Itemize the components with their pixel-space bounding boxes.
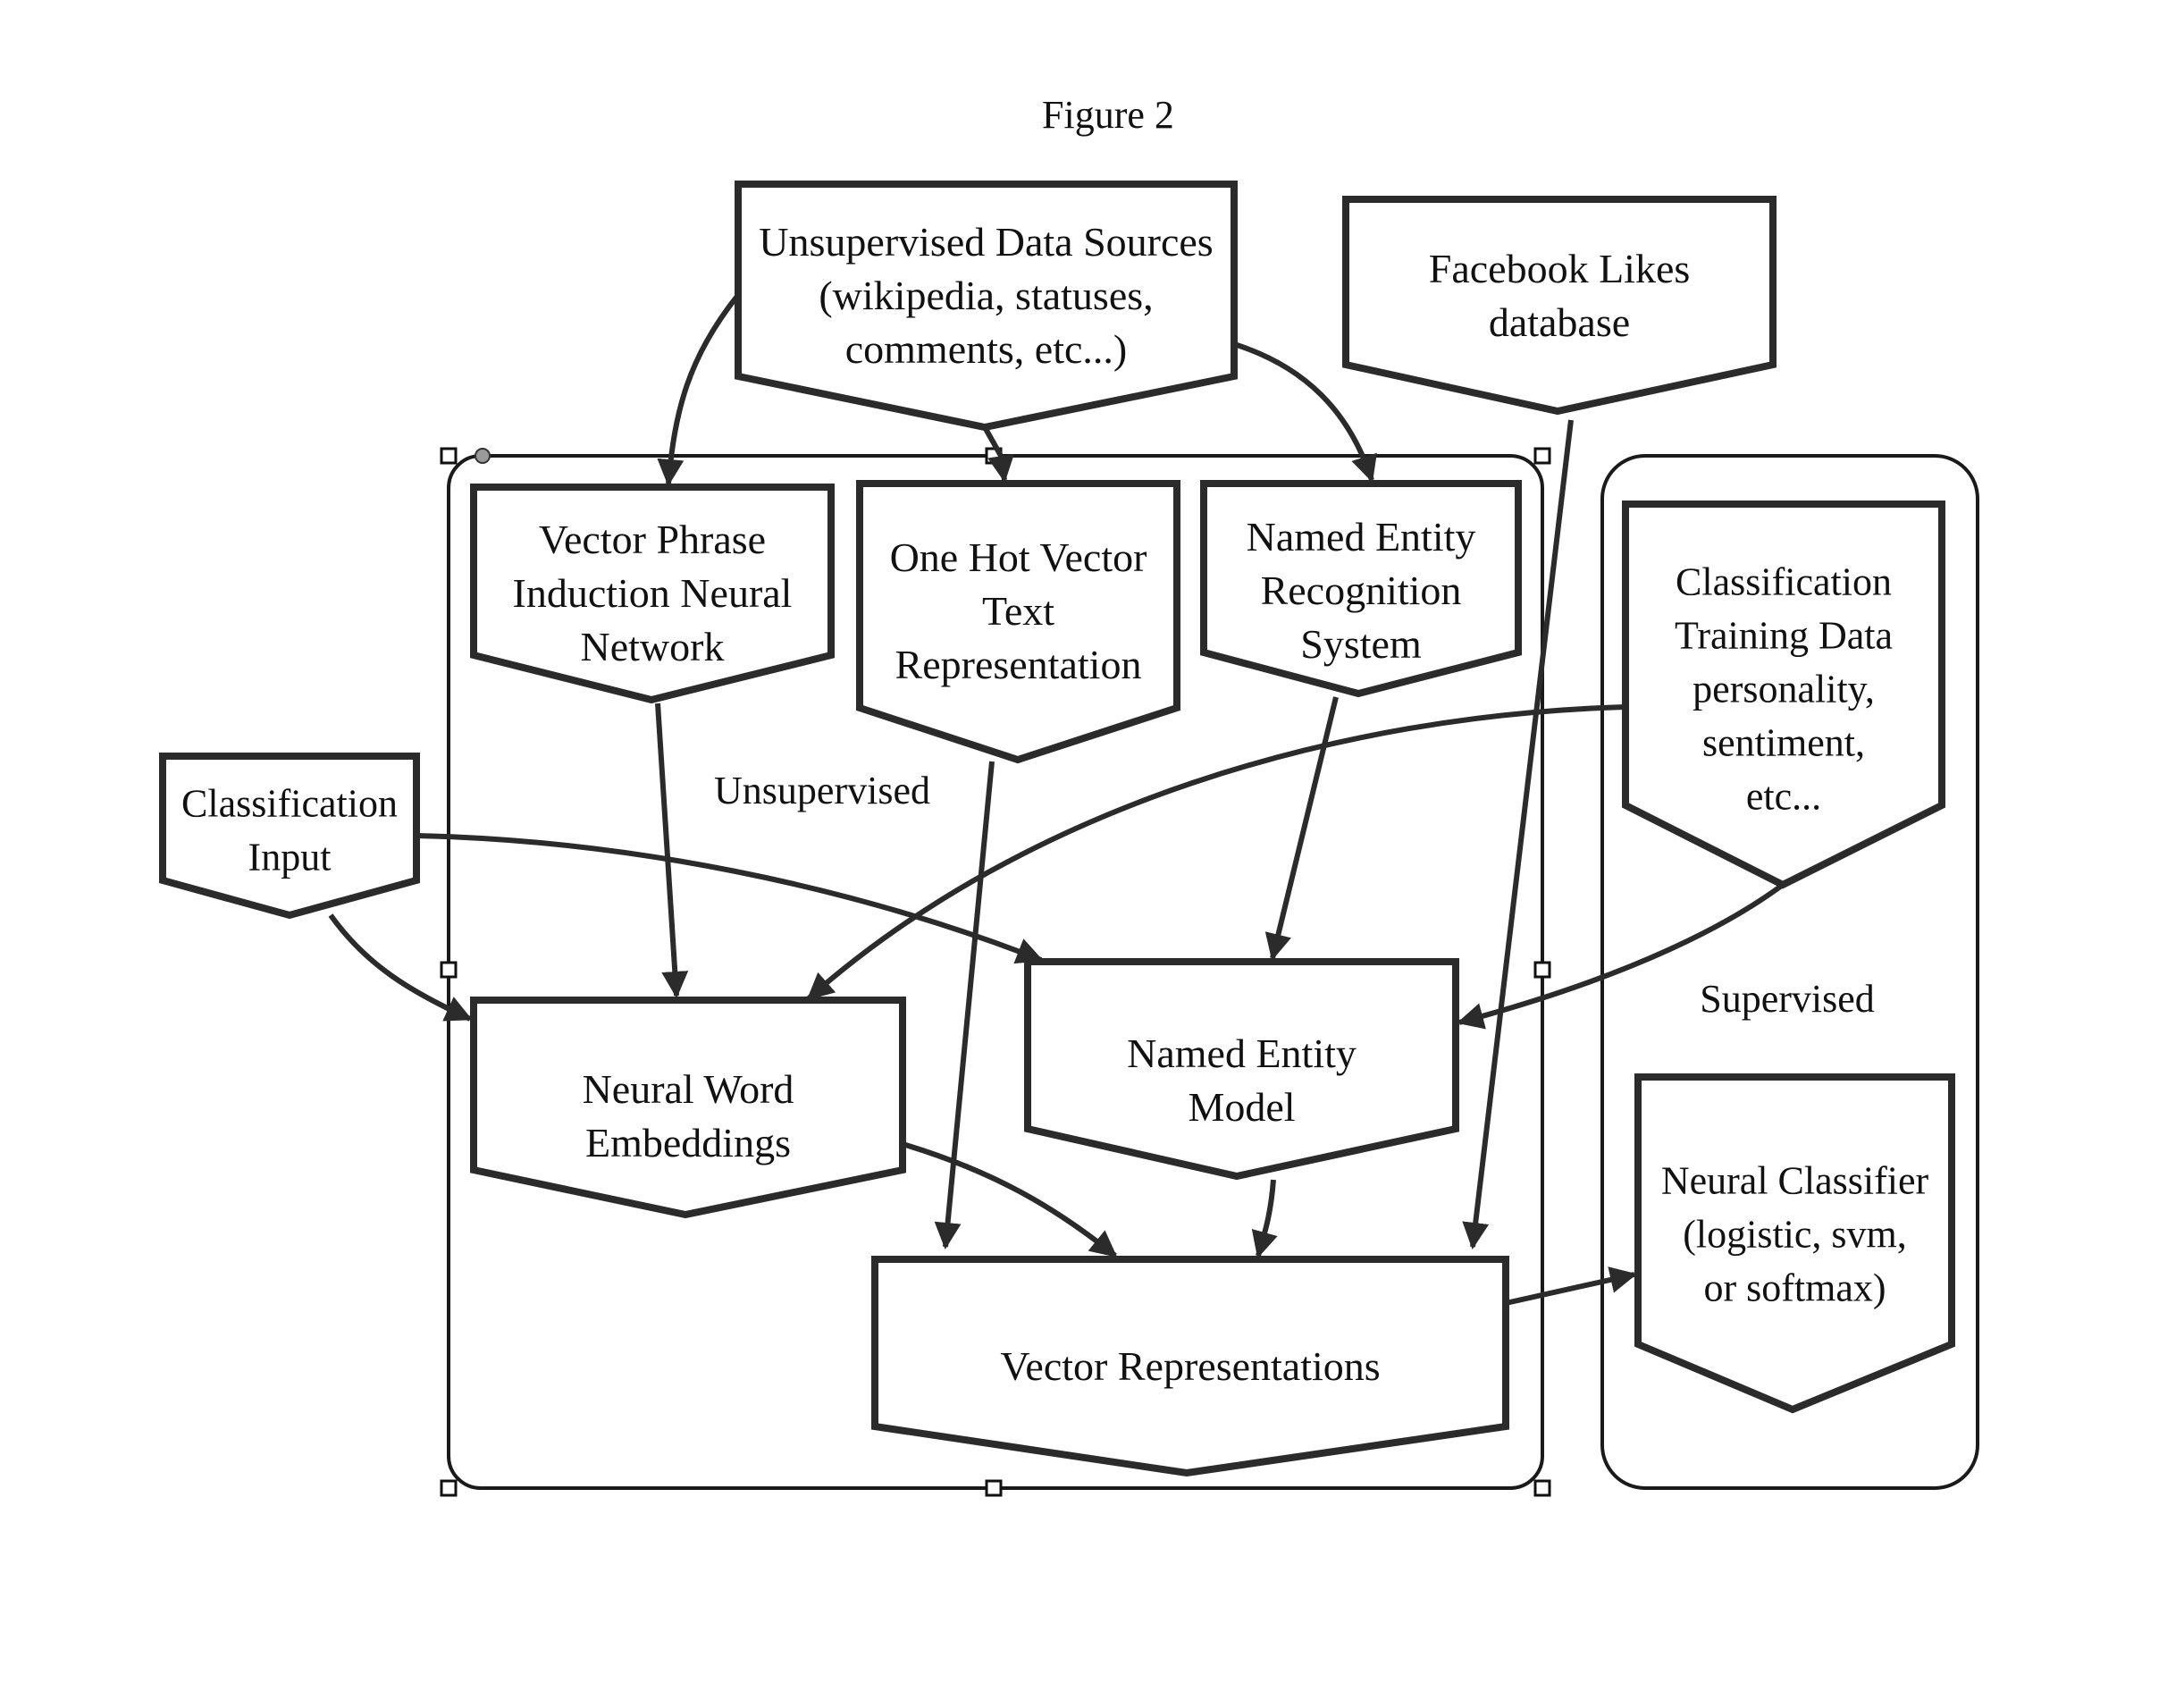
node-label-line: personality, xyxy=(1693,667,1875,711)
node-label-line: Named Entity xyxy=(1127,1031,1357,1076)
node-neural-classifier[interactable]: Neural Classifier (logistic, svm, or softm… xyxy=(1634,1073,1955,1414)
node-label-line: Classification xyxy=(1676,559,1892,603)
node-label-line: sentiment, xyxy=(1702,720,1865,764)
selection-handle[interactable] xyxy=(1533,961,1551,979)
edge-class-training-to-neural-word[interactable] xyxy=(806,704,1626,1001)
node-label-line: Vector Representations xyxy=(1000,1343,1380,1389)
diagram-canvas: Figure 2 Unsupervised Supervised Unsuper… xyxy=(159,93,1979,1497)
node-label-line: Neural Classifier xyxy=(1661,1158,1929,1202)
node-ne-model[interactable]: Named Entity Model xyxy=(1024,958,1459,1181)
node-label-line: System xyxy=(1300,621,1422,667)
selection-handle[interactable] xyxy=(440,1479,458,1497)
node-label-line: Recognition xyxy=(1261,568,1462,613)
node-label-line: (wikipedia, statuses, xyxy=(819,273,1153,318)
node-label-line: Network xyxy=(581,624,725,669)
edge-vector-phrase-to-neural-word[interactable] xyxy=(655,702,689,998)
node-one-hot[interactable]: One Hot Vector Text Representation xyxy=(856,480,1180,764)
selection-handle[interactable] xyxy=(440,447,458,465)
node-label-line: Model xyxy=(1188,1084,1295,1130)
node-label-line: Named Entity xyxy=(1247,514,1476,559)
node-label-line: One Hot Vector xyxy=(890,534,1147,580)
selection-handle[interactable] xyxy=(1533,1479,1551,1497)
node-label-line: etc... xyxy=(1746,774,1821,818)
node-facebook-likes[interactable]: Facebook Likes database xyxy=(1342,196,1777,416)
node-label-line: Vector Phrase xyxy=(539,517,766,562)
node-label-line: Classification xyxy=(181,781,398,825)
figure-title: Figure 2 xyxy=(1042,93,1174,137)
node-label-line: Induction Neural xyxy=(513,570,793,616)
node-label-line: Embeddings xyxy=(585,1120,791,1165)
node-label-line: Training Data xyxy=(1675,613,1893,657)
node-label-line: Representation xyxy=(895,642,1142,687)
edge-ner-system-to-ne-model[interactable] xyxy=(1264,696,1339,961)
nodes-layer: Unsupervised Data Sources (wikipedia, sta… xyxy=(159,181,1955,1477)
edge-neural-word-to-vector-repr[interactable] xyxy=(902,1141,1118,1258)
node-label-line: Neural Word xyxy=(583,1066,794,1112)
node-unsup-sources[interactable]: Unsupervised Data Sources (wikipedia, sta… xyxy=(735,181,1238,432)
node-label-line: Input xyxy=(248,835,332,879)
edge-ne-model-to-vector-repr[interactable] xyxy=(1251,1179,1278,1258)
node-label-line: comments, etc...) xyxy=(845,326,1128,372)
node-label-line: Text xyxy=(982,588,1054,634)
node-class-input[interactable]: Classification Input xyxy=(159,753,420,920)
node-label-line: database xyxy=(1489,299,1630,345)
selection-handle[interactable] xyxy=(1533,447,1551,465)
selection-handle[interactable] xyxy=(440,961,458,979)
group-label-supervised: Supervised xyxy=(1700,977,1875,1021)
node-label-line: or softmax) xyxy=(1703,1266,1886,1309)
rotation-handle[interactable] xyxy=(475,448,491,464)
node-label-line: Facebook Likes xyxy=(1429,246,1691,291)
node-ner-system[interactable]: Named Entity Recognition System xyxy=(1200,480,1522,698)
node-neural-word[interactable]: Neural Word Embeddings xyxy=(470,997,906,1219)
group-label-unsupervised: Unsupervised xyxy=(714,769,930,812)
node-vector-phrase[interactable]: Vector Phrase Induction Neural Network xyxy=(470,484,835,704)
node-label-line: Unsupervised Data Sources xyxy=(759,219,1213,265)
selection-handle[interactable] xyxy=(985,1479,1003,1497)
node-vector-repr[interactable]: Vector Representations xyxy=(871,1256,1509,1477)
node-class-training[interactable]: Classification Training Data personality, s… xyxy=(1622,501,1945,889)
edge-vector-repr-to-neural-classifier[interactable] xyxy=(1505,1266,1637,1306)
node-label-line: (logistic, svm, xyxy=(1683,1212,1907,1256)
